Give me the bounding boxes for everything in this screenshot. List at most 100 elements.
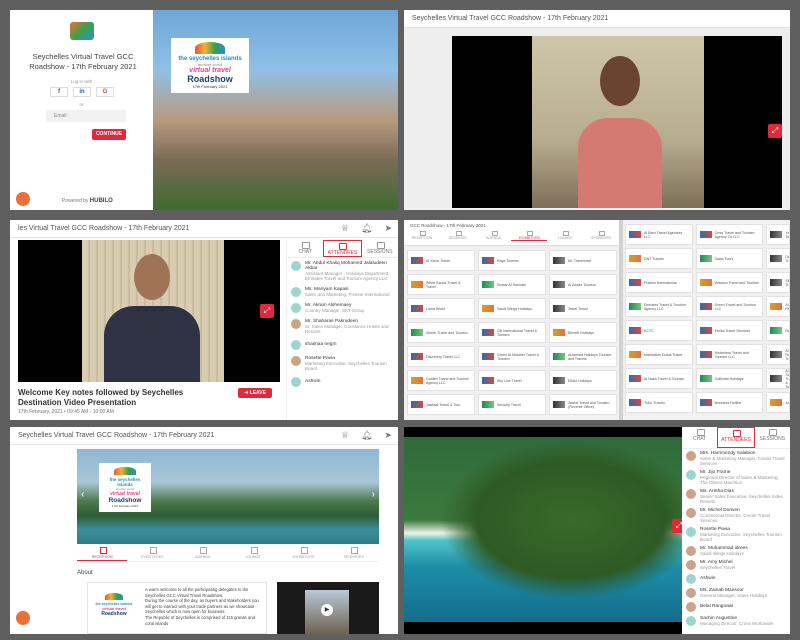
exhibitor-card[interactable]: Amex (766, 392, 790, 413)
chat-bubble-icon[interactable] (16, 611, 30, 625)
exhibitor-card[interactable]: Al Azaba Tourism (549, 274, 617, 295)
list-item[interactable]: Rosette Pavia Marketing Executive, Seyche… (287, 353, 398, 374)
tab-attendees[interactable]: ATTENDEES (717, 427, 755, 448)
fullscreen-icon[interactable]: ⤢ (260, 304, 274, 318)
fullscreen-icon[interactable]: ⤢ (768, 124, 782, 138)
exhibitor-card[interactable]: Saudi Wings Holidays (478, 298, 546, 319)
exhibitor-card[interactable]: Al Sakkak Travel & Tourism (766, 368, 790, 389)
exhibitor-card[interactable]: Business Hotline (695, 392, 764, 413)
exhibitor-card[interactable]: Gallivant Holidays (695, 368, 764, 389)
video-thumbnail[interactable]: ▶ (277, 582, 379, 634)
list-item[interactable]: Belal Rangnawi (682, 600, 790, 614)
tab-lounge[interactable]: LOUNGE (228, 544, 278, 561)
exhibitor-card[interactable]: Emilia Travel Services (695, 320, 764, 341)
exhibitor-card[interactable]: Sawa Tours (695, 248, 764, 269)
list-item[interactable]: Ms. Aretha Dias Senior Sales Executive, S… (682, 487, 790, 506)
list-item[interactable]: Ashwin (287, 374, 398, 390)
exhibitor-card[interactable]: Al Baro Travel Agencies LLC (625, 224, 693, 245)
tab-attendees[interactable]: ATTENDEES (323, 240, 362, 257)
aerial-video[interactable] (404, 437, 682, 622)
exhibitor-card[interactable]: White Sands Travel & Travel (407, 274, 475, 295)
nav-lounge[interactable]: LOUNGE (547, 231, 583, 241)
list-item[interactable]: Sachin Augustine Managing Director, Cross… (682, 614, 790, 628)
send-icon[interactable]: ➤ (384, 223, 392, 234)
nav-sessions[interactable]: SESSIONS (440, 231, 476, 241)
exhibitor-card[interactable]: Jawlaat Travel & Tour (407, 394, 475, 415)
exhibitor-card[interactable]: Alforth Travel and Tourism (407, 322, 475, 343)
facebook-login-button[interactable]: f (50, 87, 68, 97)
exhibitor-card[interactable]: Pristine International (625, 272, 693, 293)
list-item[interactable]: Ms. Mariyam Kapasi Sales and Marketing, P… (287, 284, 398, 300)
exhibitor-card[interactable]: Elfaid Holidays (549, 370, 617, 391)
bell-icon[interactable]: 🔔︎ (361, 223, 372, 234)
list-item[interactable]: Mr. Shaharas Pakrudeen Sr. Sales Manager,… (287, 316, 398, 337)
exhibitor-card[interactable]: Al Naka Travel & Tourism (625, 368, 693, 389)
list-item[interactable]: Mrs. Harrimendy Salabion Sales & Marketin… (682, 449, 790, 468)
video-player[interactable] (18, 240, 280, 382)
list-item[interactable]: shaimaa negm (287, 337, 398, 353)
exhibitor-card[interactable]: ToDo Travels (625, 392, 693, 413)
trophy-icon[interactable]: ♕ (341, 223, 349, 234)
exhibitor-card[interactable]: Sky Line Travel (478, 370, 546, 391)
exhibitor-card[interactable]: Yalla Tours (766, 224, 790, 245)
list-item[interactable]: Mr. Amy Michel Seychelles Travel (682, 558, 790, 572)
exhibitor-card[interactable]: Manhattan Dubai Travel (625, 344, 693, 365)
exhibitor-card[interactable]: Omni Travel and Tourism Agency Co LLC (695, 224, 764, 245)
tab-agenda[interactable]: AGENDA (178, 544, 228, 561)
exhibitor-card[interactable]: KCTC (625, 320, 693, 341)
exhibitor-card[interactable]: Benefit Holidays (549, 322, 617, 343)
list-item[interactable]: Mr. Akram Alshemaey Country Manager, SKT … (287, 300, 398, 316)
tab-reception[interactable]: RECEPTION (77, 544, 128, 561)
play-icon[interactable]: ▶ (321, 604, 333, 616)
trophy-icon[interactable]: ♕ (341, 430, 349, 441)
chat-bubble-icon[interactable] (16, 192, 30, 206)
exhibitor-card[interactable]: Green Al Masafer Travel & Tourism (478, 346, 546, 367)
nav-agenda[interactable]: AGENDA (476, 231, 512, 241)
nav-sponsors[interactable]: SPONSORS (583, 231, 619, 241)
exhibitor-card[interactable]: Sikkak Travel (766, 272, 790, 293)
exhibitor-card[interactable]: Emirates Travel & Tourism Agency LLC (625, 296, 693, 317)
list-item[interactable]: Ms. Zainab Mansoor General Manager, Sawa … (682, 586, 790, 600)
nav-exhibitors[interactable]: EXHIBITORS (511, 231, 548, 241)
list-item[interactable]: Mr. Michel Doriven Commercial Director, C… (682, 506, 790, 525)
tab-chat[interactable]: CHAT (682, 427, 717, 448)
tab-chat[interactable]: CHAT (287, 240, 323, 257)
tab-event-feed[interactable]: EVENT FEED (127, 544, 177, 561)
bell-icon[interactable]: 🔔︎ (361, 430, 372, 441)
exhibitor-card[interactable]: Rasta (766, 320, 790, 341)
list-item[interactable]: Mr. Jijo Frame Regional Director of Sales… (682, 468, 790, 487)
leave-button[interactable]: ⇥ LEAVE (238, 388, 272, 398)
linkedin-login-button[interactable]: in (73, 87, 91, 97)
send-icon[interactable]: ➤ (384, 430, 392, 441)
exhibitor-card[interactable]: Wisdom Travel and Tourism (695, 272, 764, 293)
exhibitor-card[interactable]: Emaar Al Harmain (478, 274, 546, 295)
banner-prev-icon[interactable]: ‹ (81, 489, 84, 500)
nav-reception[interactable]: RECEPTION (404, 231, 440, 241)
exhibitor-card[interactable]: Green Travel and Tourism LLC (695, 296, 764, 317)
exhibitor-card[interactable]: Citi International Travel & Tourism (478, 322, 546, 343)
tab-sessions[interactable]: SESSIONS (362, 240, 398, 257)
exhibitor-card[interactable]: Lama World (407, 298, 475, 319)
exhibitor-card[interactable]: Hinterland Travel and Tourism LLC (695, 344, 764, 365)
list-item[interactable]: Rosette Pavia Marketing Executive, Seyche… (682, 525, 790, 544)
exhibitor-card[interactable]: Golden Travel and Tourism Agency LLC (407, 370, 475, 391)
exhibitor-card[interactable]: Raya Tourism (478, 250, 546, 271)
banner-next-icon[interactable]: › (372, 489, 375, 500)
tab-exhibitors[interactable]: EXHIBITORS (278, 544, 328, 561)
exhibitor-card[interactable]: Alzamma Holidays Tourism and Travels (549, 346, 617, 367)
exhibitor-card[interactable]: Jawlat Travel and Tourism (Reverse Offic… (549, 394, 617, 415)
exhibitor-card[interactable]: Dallah Travel (766, 248, 790, 269)
list-item[interactable]: Mr. Muhammad idrees Saudi Wings Holidays (682, 544, 790, 558)
exhibitor-card[interactable]: Al Faraa (766, 296, 790, 317)
google-login-button[interactable]: G (96, 87, 114, 97)
tab-sessions[interactable]: SESSIONS (755, 427, 790, 448)
exhibitor-card[interactable]: DNT Travels (625, 248, 693, 269)
exhibitor-card[interactable]: Al Rashid Travel (766, 344, 790, 365)
exhibitor-card[interactable]: Jewel Travel (549, 298, 617, 319)
email-field[interactable]: Email (46, 110, 126, 122)
continue-button[interactable]: CONTINUE (92, 129, 126, 140)
tab-sponsors[interactable]: SPONSORS (329, 544, 379, 561)
video-player[interactable] (452, 36, 782, 208)
exhibitor-card[interactable]: Security Travel (478, 394, 546, 415)
list-item[interactable]: Mr. Abdul Khaliq Mohamed Jalaludeen Akba… (287, 258, 398, 284)
